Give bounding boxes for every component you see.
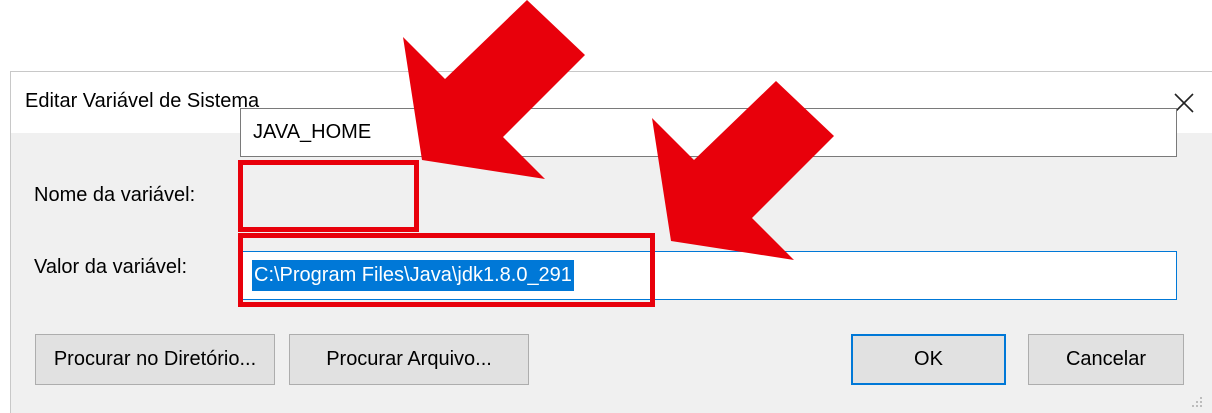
variable-name-label: Nome da variável: (34, 184, 196, 206)
browse-file-button[interactable]: Procurar Arquivo... (289, 334, 529, 385)
cancel-button[interactable]: Cancelar (1028, 334, 1184, 385)
browse-directory-button[interactable]: Procurar no Diretório... (35, 334, 275, 385)
dialog-title: Editar Variável de Sistema (25, 90, 260, 112)
variable-name-highlight (238, 160, 419, 232)
close-icon (1174, 92, 1194, 113)
variable-value-label: Valor da variável: (34, 256, 188, 278)
screenshot-stage: Editar Variável de Sistema Nome da variá… (0, 0, 1212, 413)
ok-button[interactable]: OK (851, 334, 1006, 385)
variable-name-input[interactable]: JAVA_HOME (240, 108, 1177, 157)
variable-value-highlight (238, 233, 655, 307)
resize-grip-icon[interactable] (1188, 393, 1204, 409)
